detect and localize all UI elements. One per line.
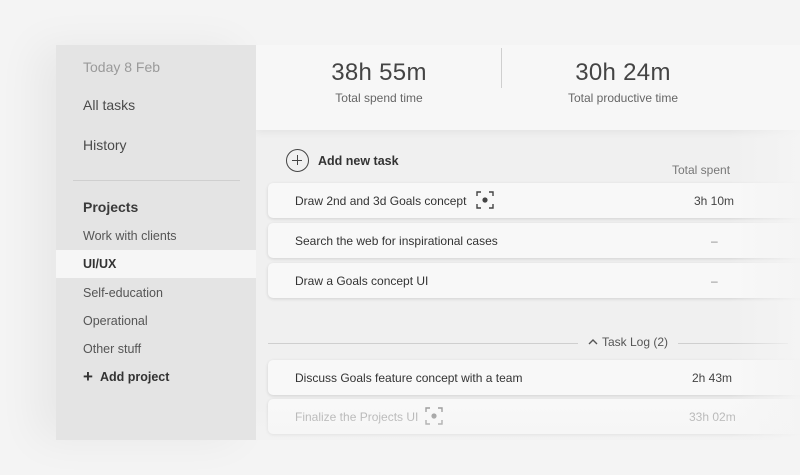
task-log-toggle[interactable]: Task Log (2) — [578, 335, 679, 349]
add-project-button[interactable]: + Add project — [83, 367, 170, 386]
stat-total-productive: 30h 24m Total productive time — [523, 59, 723, 105]
task-time: 33h 02m — [689, 410, 736, 424]
nav-history[interactable]: History — [83, 137, 127, 153]
task-row[interactable]: Draw 2nd and 3d Goals concept 3h 10m — [268, 183, 800, 218]
task-row[interactable]: Search the web for inspirational cases – — [268, 223, 800, 258]
total-productive-value: 30h 24m — [575, 59, 671, 86]
task-name: Draw 2nd and 3d Goals concept — [295, 194, 467, 208]
add-new-task-button[interactable]: Add new task — [286, 149, 399, 172]
task-time: 3h 10m — [694, 194, 735, 208]
add-task-label: Add new task — [318, 153, 399, 168]
task-log-divider — [268, 343, 788, 344]
task-log-row[interactable]: Finalize the Projects UI 33h 02m — [268, 399, 800, 434]
add-circle-icon — [286, 149, 309, 172]
sidebar-divider — [73, 180, 240, 181]
chevron-up-icon — [588, 339, 598, 345]
stats-separator — [501, 48, 502, 88]
project-item-ui-ux[interactable]: UI/UX — [56, 250, 256, 278]
task-name: Search the web for inspirational cases — [295, 234, 498, 248]
add-project-label: Add project — [99, 370, 170, 384]
project-item-operational[interactable]: Operational — [56, 307, 256, 335]
today-date: Today 8 Feb — [83, 59, 161, 75]
project-item-work-with-clients[interactable]: Work with clients — [56, 222, 256, 250]
task-time: 2h 43m — [692, 371, 733, 385]
sidebar: Today 8 Feb All tasks History Projects W… — [56, 45, 256, 440]
task-time: – — [711, 274, 718, 288]
task-row[interactable]: Draw a Goals concept UI – — [268, 263, 800, 298]
column-header-total-spent: Total spent — [672, 163, 731, 177]
task-name: Finalize the Projects UI — [295, 410, 419, 424]
focus-icon[interactable] — [476, 191, 494, 209]
nav-all-tasks[interactable]: All tasks — [83, 97, 135, 113]
task-log-label: Task Log (2) — [602, 335, 669, 349]
stat-total-spend: 38h 55m Total spend time — [279, 59, 479, 105]
task-log-row[interactable]: Discuss Goals feature concept with a tea… — [268, 360, 800, 395]
total-productive-label: Total productive time — [567, 91, 679, 105]
task-name: Draw a Goals concept UI — [295, 274, 429, 288]
project-item-self-education[interactable]: Self-education — [56, 279, 256, 307]
total-spend-label: Total spend time — [335, 91, 423, 105]
plus-icon: + — [83, 367, 93, 386]
project-item-other-stuff[interactable]: Other stuff — [56, 335, 256, 363]
total-spend-value: 38h 55m — [331, 59, 427, 86]
stats-header: 38h 55m Total spend time 30h 24m Total p… — [256, 45, 800, 130]
task-name: Discuss Goals feature concept with a tea… — [295, 371, 523, 385]
app-window: Today 8 Feb All tasks History Projects W… — [0, 0, 800, 475]
projects-heading: Projects — [83, 199, 139, 215]
main-panel: 38h 55m Total spend time 30h 24m Total p… — [256, 45, 800, 440]
focus-icon[interactable] — [425, 407, 443, 425]
task-time: – — [711, 234, 718, 248]
